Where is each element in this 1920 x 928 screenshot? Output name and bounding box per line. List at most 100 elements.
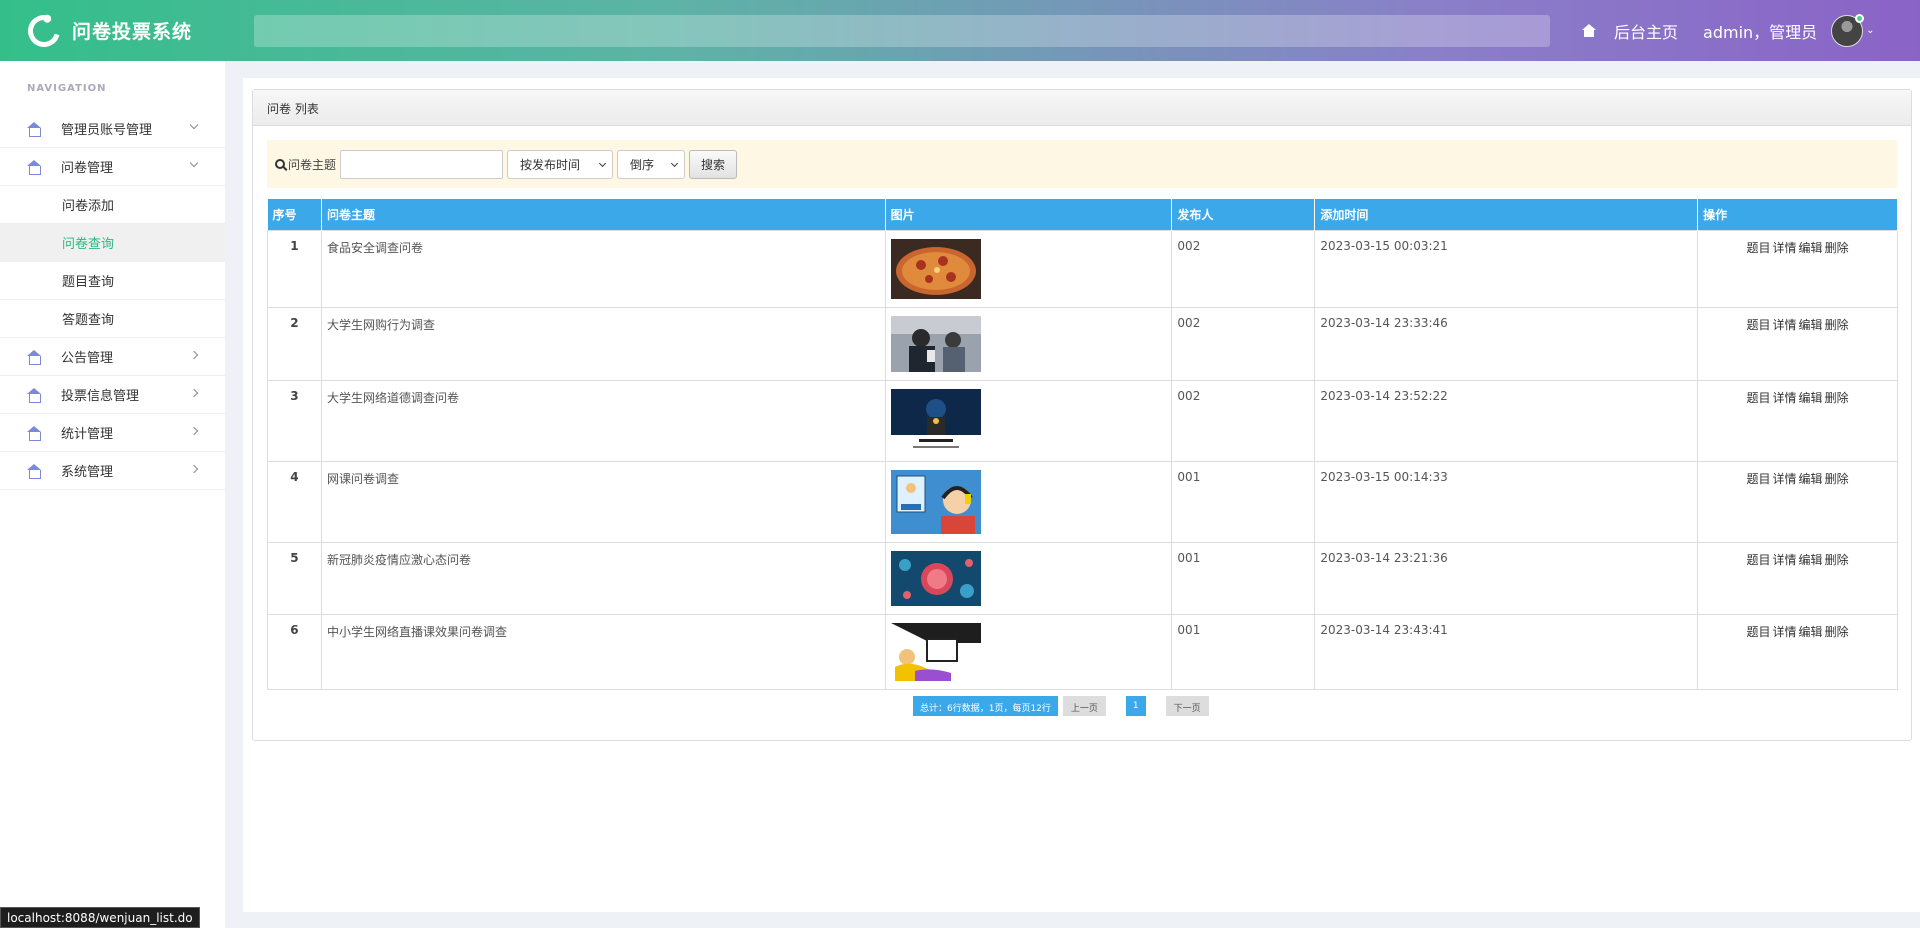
delete-link[interactable]: 删除	[1825, 318, 1849, 332]
row-no: 1	[267, 229, 322, 308]
table-row: 3 大学生网络道德调查问卷 002 2023-03-14 23:52:22 题目…	[267, 379, 1898, 462]
search-bar: 问卷主题 按发布时间 倒序 搜索	[267, 140, 1897, 188]
row-actions: 题目 详情 编辑 删除	[1697, 613, 1898, 690]
sidebar-subitem-answer-query[interactable]: 答题查询	[0, 300, 225, 338]
details-link[interactable]: 详情	[1773, 391, 1797, 405]
questions-link[interactable]: 题目	[1747, 318, 1771, 332]
edit-link[interactable]: 编辑	[1799, 391, 1823, 405]
questions-link[interactable]: 题目	[1747, 472, 1771, 486]
row-time: 2023-03-15 00:14:33	[1314, 460, 1699, 543]
questions-link[interactable]: 题目	[1747, 625, 1771, 639]
table-row: 5 新冠肺炎疫情应激心态问卷 001 2023-03-14 23:21:36 题…	[267, 541, 1898, 615]
delete-link[interactable]: 删除	[1825, 391, 1849, 405]
online-status-dot	[1855, 13, 1865, 23]
details-link[interactable]: 详情	[1773, 318, 1797, 332]
row-actions: 题目 详情 编辑 删除	[1697, 306, 1898, 381]
pagination-info: 总计：6行数据，1页，每页12行	[913, 696, 1058, 716]
sidebar-item-label: 问卷管理	[61, 161, 114, 176]
search-button[interactable]: 搜索	[689, 149, 738, 179]
details-link[interactable]: 详情	[1773, 625, 1797, 639]
avatar[interactable]	[1831, 13, 1865, 47]
row-time: 2023-03-14 23:33:46	[1314, 306, 1699, 381]
sidebar-subitem-question-query[interactable]: 题目查询	[0, 262, 225, 300]
edit-link[interactable]: 编辑	[1799, 241, 1823, 255]
sort-field-select[interactable]: 按发布时间	[507, 149, 614, 179]
row-publisher: 002	[1171, 229, 1316, 308]
chevron-right-icon	[189, 350, 199, 360]
home-link[interactable]: 后台主页	[1614, 19, 1678, 43]
questions-link[interactable]: 题目	[1747, 553, 1771, 567]
table-row: 1 食品安全调查问卷 002 2023-03-15 00:03:21 题目 详情…	[267, 229, 1898, 308]
sidebar-subitem-query[interactable]: 问卷查询	[0, 224, 225, 262]
user-label[interactable]: admin，管理员	[1703, 19, 1817, 43]
row-image-cell	[884, 229, 1173, 308]
delete-link[interactable]: 删除	[1825, 553, 1849, 567]
sort-field-value: 按发布时间	[520, 157, 581, 172]
search-icon	[275, 159, 285, 169]
pagination: 总计：6行数据，1页，每页12行 上一页 1 下一页	[913, 696, 1209, 716]
current-page-button[interactable]: 1	[1125, 696, 1146, 716]
row-publisher: 001	[1171, 460, 1316, 543]
delete-link[interactable]: 删除	[1825, 472, 1849, 486]
details-link[interactable]: 详情	[1773, 472, 1797, 486]
row-topic: 食品安全调查问卷	[320, 229, 886, 308]
chevron-down-icon	[598, 159, 607, 167]
app-title: 问卷投票系统	[72, 21, 193, 43]
row-actions: 题目 详情 编辑 删除	[1697, 379, 1898, 462]
home-icon	[27, 463, 41, 479]
sidebar-item-label: 管理员账号管理	[61, 123, 153, 138]
row-time: 2023-03-15 00:03:21	[1314, 229, 1699, 308]
sidebar-item-notice[interactable]: 公告管理	[0, 338, 225, 376]
sidebar-item-admin-account[interactable]: 管理员账号管理	[0, 110, 225, 148]
details-link[interactable]: 详情	[1773, 553, 1797, 567]
sidebar-item-label: 系统管理	[61, 465, 114, 480]
chevron-down-icon	[189, 158, 199, 168]
edit-link[interactable]: 编辑	[1799, 472, 1823, 486]
edit-link[interactable]: 编辑	[1799, 553, 1823, 567]
details-link[interactable]: 详情	[1773, 241, 1797, 255]
sidebar-subitem-add[interactable]: 问卷添加	[0, 186, 225, 224]
row-topic: 中小学生网络直播课效果问卷调查	[320, 613, 886, 690]
col-header-time: 添加时间	[1314, 199, 1699, 230]
delete-link[interactable]: 删除	[1825, 241, 1849, 255]
delete-link[interactable]: 删除	[1825, 625, 1849, 639]
sidebar-item-questionnaire[interactable]: 问卷管理	[0, 148, 225, 186]
header-search-bar[interactable]	[254, 14, 1550, 47]
row-no: 5	[267, 541, 322, 615]
row-publisher: 002	[1171, 379, 1316, 462]
home-icon	[27, 425, 41, 441]
online-class-image	[890, 469, 981, 534]
row-topic: 新冠肺炎疫情应激心态问卷	[320, 541, 886, 615]
questions-link[interactable]: 题目	[1747, 241, 1771, 255]
sort-order-select[interactable]: 倒序	[617, 149, 686, 179]
row-image-cell	[884, 460, 1173, 543]
sidebar-item-system[interactable]: 系统管理	[0, 452, 225, 490]
questionnaire-table: 序号 问卷主题 图片 发布人 添加时间 操作 1 食品安全调查问卷 002 20…	[267, 199, 1898, 690]
next-page-button[interactable]: 下一页	[1165, 696, 1209, 716]
prev-page-button[interactable]: 上一页	[1062, 696, 1106, 716]
home-icon	[27, 387, 41, 403]
home-icon[interactable]	[1582, 24, 1596, 37]
row-actions: 题目 详情 编辑 删除	[1697, 229, 1898, 308]
row-publisher: 001	[1171, 613, 1316, 690]
panel-title: 问卷 列表	[253, 90, 1911, 126]
chevron-down-icon[interactable]: ⌄	[1866, 25, 1874, 36]
edit-link[interactable]: 编辑	[1799, 318, 1823, 332]
chevron-down-icon	[670, 159, 679, 167]
sidebar-item-vote-info[interactable]: 投票信息管理	[0, 376, 225, 414]
sidebar-item-statistics[interactable]: 统计管理	[0, 414, 225, 452]
row-time: 2023-03-14 23:43:41	[1314, 613, 1699, 690]
row-publisher: 001	[1171, 541, 1316, 615]
logo-icon	[22, 8, 66, 53]
logo: 问卷投票系统	[0, 8, 254, 53]
topic-search-input[interactable]	[340, 149, 504, 179]
row-topic: 网课问卷调查	[320, 460, 886, 543]
edit-link[interactable]: 编辑	[1799, 625, 1823, 639]
home-icon	[27, 349, 41, 365]
students-image	[890, 315, 981, 372]
questions-link[interactable]: 题目	[1747, 391, 1771, 405]
row-no: 4	[267, 460, 322, 543]
chevron-right-icon	[189, 464, 199, 474]
col-header-topic: 问卷主题	[321, 199, 886, 230]
table-row: 2 大学生网购行为调查 002 2023-03-14 23:33:46 题目 详…	[267, 306, 1898, 381]
